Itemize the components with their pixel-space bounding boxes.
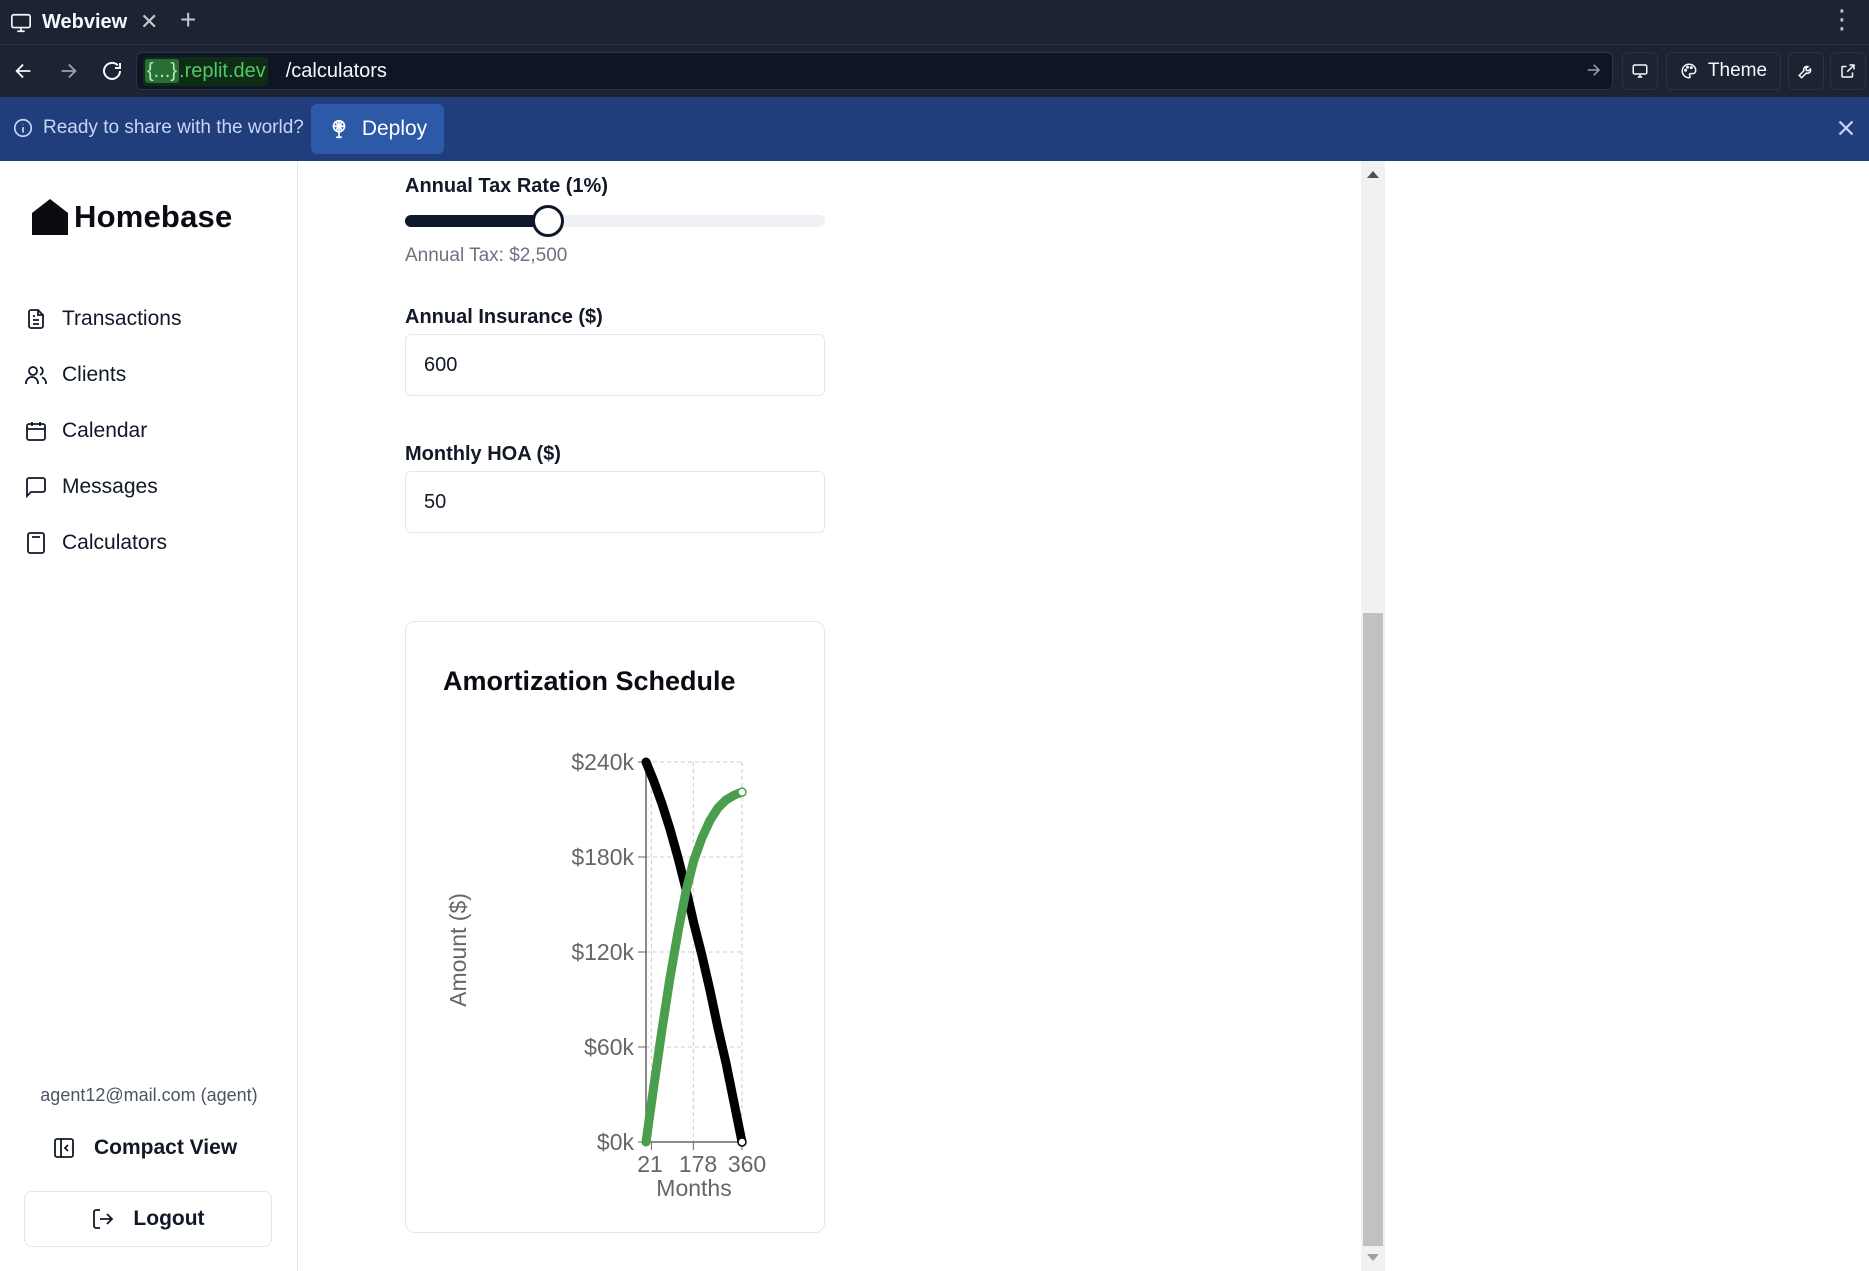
- open-external-button[interactable]: [1830, 52, 1866, 90]
- sidebar-item-label: Clients: [62, 363, 127, 386]
- tax-rate-slider[interactable]: [405, 205, 825, 237]
- slider-thumb[interactable]: [531, 205, 564, 237]
- screen-icon: [1632, 64, 1648, 78]
- y-axis-label: Amount ($): [445, 893, 471, 1007]
- new-tab-button[interactable]: +: [180, 4, 196, 36]
- deploy-banner: Ready to share with the world? Deploy: [0, 97, 1869, 161]
- user-email: agent12@mail.com (agent): [40, 1085, 258, 1105]
- browser-tab[interactable]: Webview ✕: [0, 0, 170, 45]
- sidebar-item-calendar[interactable]: Calendar: [24, 403, 181, 459]
- y-tick-label: $180k: [571, 844, 634, 870]
- calculator-icon: [27, 532, 45, 554]
- arrow-right-icon: [61, 63, 77, 79]
- amortization-chart: $0k $60k $120k $180k $240k 21 178 360Months Amou…: [445, 749, 766, 1201]
- tools-button[interactable]: [1788, 52, 1824, 90]
- reload-button[interactable]: [96, 55, 128, 87]
- sidebar-item-calculators[interactable]: Calculators: [24, 515, 181, 571]
- sidebar-item-label: Messages: [62, 475, 158, 498]
- annual-tax-hint: Annual Tax: $2,500: [405, 245, 568, 266]
- sidebar-nav: Transactions Clients Calendar Messages C…: [24, 291, 181, 571]
- insurance-input[interactable]: 600: [405, 334, 825, 396]
- deploy-button[interactable]: Deploy: [311, 104, 444, 154]
- more-options-icon[interactable]: ⋮: [1829, 6, 1855, 32]
- browser-tab-bar: Webview ✕ + ⋮: [0, 0, 1869, 45]
- theme-button[interactable]: Theme: [1666, 52, 1781, 90]
- y-tick-label: $240k: [571, 749, 634, 775]
- devtools-button[interactable]: [1622, 52, 1658, 90]
- series-end-point-0: [737, 1137, 747, 1147]
- palette-icon: [1681, 63, 1697, 79]
- url-path: /calculators: [285, 59, 387, 82]
- logout-icon: [93, 1209, 114, 1229]
- scroll-thumb[interactable]: [1363, 613, 1383, 1246]
- tab-close-icon[interactable]: ✕: [140, 9, 158, 35]
- external-link-icon: [1841, 64, 1855, 78]
- x-tick-label: 21: [637, 1151, 663, 1177]
- house-icon: [32, 199, 68, 235]
- hoa-input[interactable]: 50: [405, 471, 825, 533]
- sidebar-item-label: Calculators: [62, 531, 168, 554]
- sidebar: Homebase Transactions Clients Calendar M…: [0, 161, 298, 1271]
- users-icon: [25, 366, 47, 384]
- x-tick-label: 360: [728, 1151, 766, 1177]
- logout-label: Logout: [133, 1207, 205, 1230]
- calendar-icon: [26, 422, 46, 441]
- insurance-label: Annual Insurance ($): [405, 306, 603, 328]
- banner-message: Ready to share with the world?: [12, 117, 304, 139]
- sidebar-item-transactions[interactable]: Transactions: [24, 291, 181, 347]
- url-host: {...} .replit.dev: [143, 56, 268, 86]
- monitor-icon: [11, 13, 31, 32]
- theme-label: Theme: [1707, 60, 1768, 81]
- compact-view-label: Compact View: [94, 1136, 238, 1159]
- tax-rate-label: Annual Tax Rate (1%): [405, 175, 608, 197]
- browser-nav-bar: {...} .replit.dev /calculators Theme: [0, 45, 1869, 97]
- wrench-icon: [1798, 65, 1812, 79]
- hoa-label: Monthly HOA ($): [405, 443, 561, 465]
- sidebar-item-label: Calendar: [62, 419, 148, 442]
- message-square-icon: [26, 477, 46, 499]
- info-icon: [13, 118, 33, 138]
- x-axis-label: Months: [656, 1175, 731, 1201]
- sidebar-item-label: Transactions: [62, 307, 182, 330]
- scroll-up-arrow[interactable]: [1367, 171, 1379, 178]
- sidebar-item-messages[interactable]: Messages: [24, 459, 181, 515]
- forward-button[interactable]: [52, 55, 84, 87]
- deploy-icon: [332, 119, 346, 139]
- scrollbar[interactable]: [1361, 161, 1385, 1271]
- y-tick-label: $120k: [571, 939, 634, 965]
- logout-button[interactable]: Logout: [24, 1191, 272, 1247]
- slider-fill: [405, 215, 548, 227]
- arrow-left-icon: [15, 63, 31, 79]
- x-tick-label: 178: [679, 1151, 717, 1177]
- series-end-point-1: [737, 787, 747, 797]
- y-tick-label: $60k: [584, 1034, 634, 1060]
- y-tick-label: $0k: [597, 1129, 635, 1155]
- scroll-down-arrow[interactable]: [1367, 1254, 1379, 1261]
- compact-view-button[interactable]: Compact View: [52, 1136, 237, 1160]
- go-arrow-icon[interactable]: [1584, 61, 1602, 79]
- amortization-chart-card: Amortization Schedule $0k $60k $120k $180k $…: [405, 621, 825, 1233]
- reload-icon: [103, 61, 121, 80]
- close-banner-icon[interactable]: [1833, 115, 1859, 141]
- tab-title: Webview: [42, 11, 128, 33]
- main-content: Annual Tax Rate (1%) Annual Tax: $2,500 …: [299, 161, 1361, 1271]
- file-text-icon: [28, 309, 44, 329]
- panel-left-icon: [54, 1138, 74, 1158]
- logo[interactable]: Homebase: [30, 197, 232, 237]
- sidebar-item-clients[interactable]: Clients: [24, 347, 181, 403]
- url-bar[interactable]: {...} .replit.dev /calculators: [136, 52, 1613, 90]
- back-button[interactable]: [8, 55, 40, 87]
- logo-text: Homebase: [74, 199, 233, 234]
